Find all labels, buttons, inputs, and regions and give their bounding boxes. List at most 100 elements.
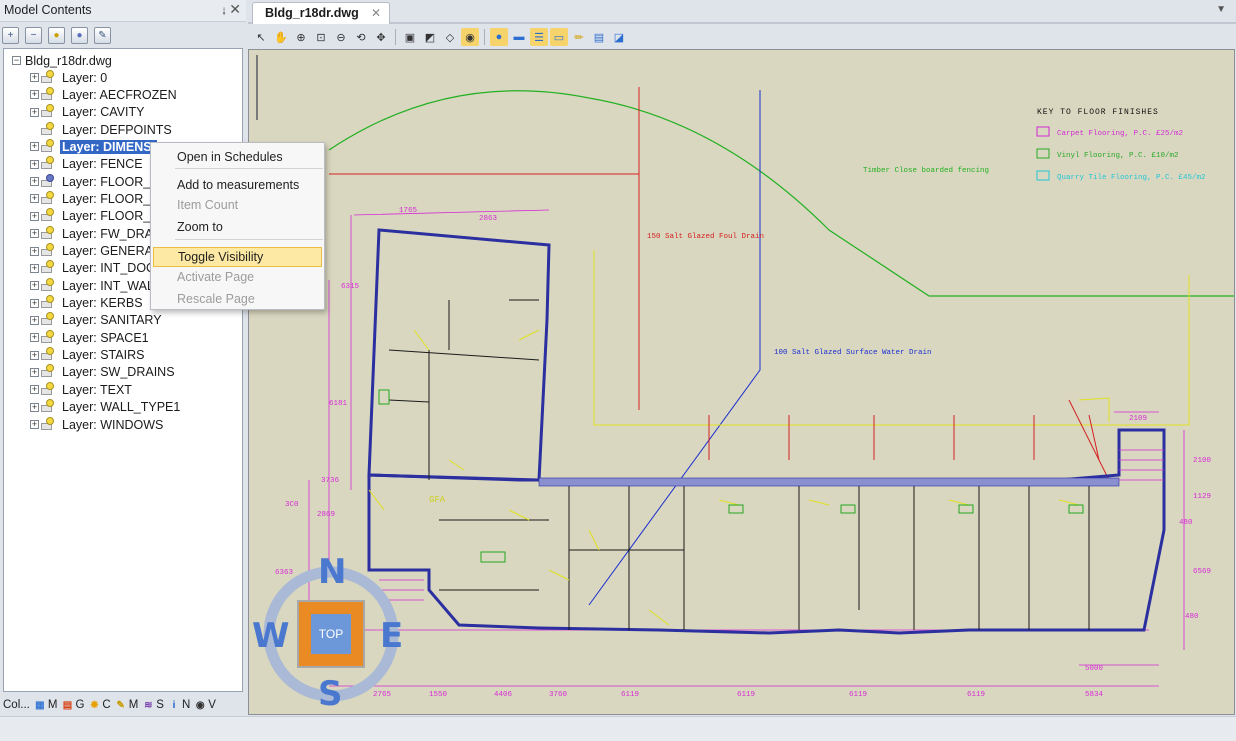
- layer-row[interactable]: + Layer: WINDOWS: [30, 416, 165, 433]
- layer-row[interactable]: + Layer: FLOOR_FII: [30, 208, 167, 225]
- layer-bulb-icon[interactable]: [41, 86, 55, 102]
- expand-icon[interactable]: +: [30, 90, 39, 100]
- close-icon[interactable]: ✕: [229, 1, 241, 18]
- pin-icon[interactable]: ⭭: [222, 3, 226, 22]
- layer-bulb-icon[interactable]: [41, 312, 55, 327]
- markup-icon[interactable]: ☰: [530, 28, 548, 46]
- layer-row[interactable]: + Layer: FENCE: [30, 156, 145, 173]
- expand-icon[interactable]: +: [30, 73, 39, 82]
- bottom-tab[interactable]: ✹ C: [87, 698, 111, 712]
- tab-list-dropdown-icon[interactable]: ▼: [1216, 4, 1226, 15]
- bottom-tab[interactable]: ▦ M: [33, 698, 57, 712]
- layer-row[interactable]: + Layer: SANITARY: [30, 312, 164, 329]
- expand-icon[interactable]: +: [30, 107, 39, 117]
- layer-bulb-icon[interactable]: [41, 399, 55, 414]
- menu-item[interactable]: Open in Schedules: [153, 147, 322, 167]
- expand-icon[interactable]: +: [30, 194, 39, 204]
- layer-row[interactable]: + Layer: WALL_TYPE1: [30, 399, 182, 416]
- expand-icon[interactable]: +: [30, 420, 39, 429]
- layer-bulb-icon[interactable]: [41, 69, 55, 85]
- expand-icon[interactable]: +: [30, 298, 39, 308]
- pen-icon[interactable]: ✏: [570, 28, 588, 46]
- fullscreen-icon[interactable]: ◪: [610, 28, 628, 46]
- layer-bulb-icon[interactable]: [41, 381, 55, 397]
- layer-bulb-icon[interactable]: [41, 243, 55, 258]
- collapse-icon[interactable]: −: [12, 56, 21, 65]
- zoom-out-icon[interactable]: ⊖: [332, 28, 350, 46]
- layers-icon[interactable]: ●: [490, 28, 508, 46]
- layer-bulb-icon[interactable]: [41, 329, 55, 345]
- show-layers-icon[interactable]: ●: [48, 26, 65, 44]
- menu-item[interactable]: Add to measurements: [153, 175, 322, 195]
- layer-row[interactable]: + Layer: 0: [30, 69, 109, 86]
- expand-icon[interactable]: +: [30, 211, 39, 221]
- compass-east[interactable]: E: [380, 616, 403, 656]
- layer-bulb-icon[interactable]: [41, 104, 55, 119]
- bottom-tab[interactable]: ≋ S: [141, 698, 164, 712]
- zoom-window-icon[interactable]: ⊡: [312, 28, 330, 46]
- navigation-compass[interactable]: TOP N S E W: [252, 552, 408, 714]
- pan-icon[interactable]: ✋: [272, 28, 290, 46]
- layer-row[interactable]: + Layer: FLOOR_FII: [30, 173, 167, 190]
- document-tab[interactable]: Bldg_r18dr.dwg ✕: [252, 2, 390, 24]
- layer-bulb-icon[interactable]: [41, 156, 55, 171]
- layer-row[interactable]: Layer: DEFPOINTS: [30, 121, 174, 138]
- select-icon[interactable]: ↖: [252, 28, 270, 46]
- expand-icon[interactable]: +: [30, 246, 39, 256]
- layer-row[interactable]: + Layer: SW_DRAINS: [30, 364, 177, 381]
- layer-row[interactable]: + Layer: FW_DRAIN: [30, 225, 168, 242]
- notes-icon[interactable]: ▤: [590, 28, 608, 46]
- expand-icon[interactable]: +: [30, 263, 39, 273]
- layer-row[interactable]: + Layer: DIMENSI: [30, 138, 158, 155]
- menu-item[interactable]: Toggle Visibility: [153, 247, 322, 267]
- bottom-tab[interactable]: ◉ V: [193, 698, 216, 712]
- expand-icon[interactable]: +: [30, 315, 39, 325]
- expand-icon[interactable]: +: [30, 402, 39, 412]
- layer-bulb-icon[interactable]: [41, 121, 55, 137]
- view-cube-top[interactable]: TOP: [297, 600, 365, 668]
- compass-south[interactable]: S: [318, 674, 343, 714]
- settings-icon[interactable]: ✎: [94, 26, 111, 44]
- zoom-previous-icon[interactable]: ⟲: [352, 28, 370, 46]
- layer-bulb-icon[interactable]: [41, 173, 55, 189]
- compass-west[interactable]: W: [252, 616, 290, 656]
- layer-bulb-icon[interactable]: [41, 364, 55, 379]
- tree-root[interactable]: − Bldg_r18dr.dwg: [12, 52, 114, 69]
- expand-icon[interactable]: +: [30, 385, 39, 395]
- layer-bulb-icon[interactable]: [41, 208, 55, 223]
- measure-icon[interactable]: ▭: [550, 28, 568, 46]
- bottom-tab[interactable]: ▤ G: [60, 698, 85, 712]
- layer-row[interactable]: + Layer: TEXT: [30, 381, 134, 398]
- layer-bulb-icon[interactable]: [41, 225, 55, 241]
- expand-icon[interactable]: +: [30, 350, 39, 360]
- collapse-all-icon[interactable]: −: [25, 26, 42, 44]
- expand-icon[interactable]: +: [30, 229, 39, 239]
- layer-bulb-icon[interactable]: [41, 277, 55, 293]
- layer-bulb-icon[interactable]: [41, 260, 55, 275]
- zoom-in-icon[interactable]: ⊕: [292, 28, 310, 46]
- layer-row[interactable]: + Layer: CAVITY: [30, 104, 146, 121]
- layer-row[interactable]: + Layer: KERBS: [30, 295, 145, 312]
- expand-icon[interactable]: +: [30, 177, 39, 187]
- front-view-icon[interactable]: ▣: [401, 28, 419, 46]
- expand-icon[interactable]: +: [30, 281, 39, 291]
- tab-close-icon[interactable]: ✕: [371, 6, 381, 20]
- layer-bulb-icon[interactable]: [41, 416, 55, 432]
- layer-row[interactable]: + Layer: SPACE1: [30, 329, 151, 346]
- shaded-icon[interactable]: ◉: [461, 28, 479, 46]
- expand-icon[interactable]: +: [30, 333, 39, 343]
- bottom-tab[interactable]: Col...: [3, 699, 30, 711]
- properties-icon[interactable]: ▬: [510, 28, 528, 46]
- layer-row[interactable]: + Layer: AECFROZEN: [30, 86, 179, 103]
- expand-icon[interactable]: +: [30, 159, 39, 169]
- layer-bulb-icon[interactable]: [41, 190, 55, 206]
- hide-layers-icon[interactable]: ●: [71, 26, 88, 44]
- wireframe-icon[interactable]: ◇: [441, 28, 459, 46]
- orbit-icon[interactable]: ✥: [372, 28, 390, 46]
- layer-row[interactable]: + Layer: FLOOR_FII: [30, 190, 167, 207]
- layer-bulb-icon[interactable]: [41, 138, 55, 154]
- bottom-tab[interactable]: iN: [167, 698, 191, 712]
- expand-icon[interactable]: +: [30, 142, 39, 152]
- layer-row[interactable]: + Layer: STAIRS: [30, 347, 146, 364]
- layer-row[interactable]: + Layer: GENERAL: [30, 243, 162, 260]
